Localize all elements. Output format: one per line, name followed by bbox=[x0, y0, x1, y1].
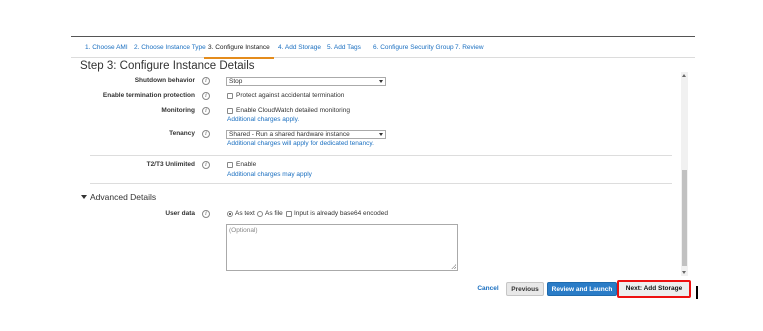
monitoring-label: Monitoring bbox=[161, 107, 195, 114]
info-icon[interactable]: i bbox=[202, 77, 210, 85]
caret-down-icon[interactable] bbox=[81, 195, 87, 199]
as-text-radio[interactable] bbox=[227, 211, 233, 217]
scrollbar-thumb[interactable] bbox=[682, 170, 687, 266]
tenancy-value: Shared - Run a shared hardware instance bbox=[229, 131, 350, 138]
cancel-button[interactable]: Cancel bbox=[474, 282, 502, 296]
vertical-scrollbar[interactable] bbox=[681, 72, 688, 276]
info-icon[interactable]: i bbox=[202, 210, 210, 218]
tab-review[interactable]: 7. Review bbox=[455, 38, 484, 58]
tab-configure-instance[interactable]: 3. Configure Instance bbox=[204, 38, 274, 59]
shutdown-behavior-label: Shutdown behavior bbox=[134, 77, 195, 84]
previous-button[interactable]: Previous bbox=[506, 282, 544, 296]
termination-protection-label: Enable termination protection bbox=[102, 92, 195, 99]
top-divider bbox=[71, 36, 695, 37]
t2t3-unlimited-label: T2/T3 Unlimited bbox=[146, 161, 195, 168]
chevron-down-icon bbox=[379, 80, 383, 83]
info-icon[interactable]: i bbox=[202, 130, 210, 138]
tenancy-charges-link[interactable]: Additional charges will apply for dedica… bbox=[227, 140, 374, 147]
wizard-steps: 1. Choose AMI 2. Choose Instance Type 3.… bbox=[71, 38, 695, 59]
scroll-down-icon[interactable] bbox=[682, 271, 686, 274]
review-and-launch-button[interactable]: Review and Launch bbox=[547, 282, 617, 296]
as-file-label: As file bbox=[265, 210, 283, 217]
t2t3-unlimited-checkbox[interactable] bbox=[227, 162, 233, 168]
t2t3-charges-link[interactable]: Additional charges may apply bbox=[227, 171, 312, 178]
termination-protection-checkbox[interactable] bbox=[227, 93, 233, 99]
section-divider bbox=[90, 155, 672, 156]
section-divider bbox=[90, 183, 672, 184]
base64-checkbox[interactable] bbox=[286, 211, 292, 217]
scroll-up-icon[interactable] bbox=[682, 74, 686, 77]
user-data-label: User data bbox=[165, 210, 195, 217]
termination-protection-option: Protect against accidental termination bbox=[236, 92, 345, 99]
tenancy-label: Tenancy bbox=[169, 130, 195, 137]
shutdown-behavior-select[interactable]: Stop bbox=[226, 77, 386, 86]
tenancy-select[interactable]: Shared - Run a shared hardware instance bbox=[226, 130, 386, 139]
info-icon[interactable]: i bbox=[202, 92, 210, 100]
user-data-textarea[interactable]: (Optional) bbox=[226, 224, 458, 271]
tab-choose-ami[interactable]: 1. Choose AMI bbox=[85, 38, 128, 58]
tab-choose-instance-type[interactable]: 2. Choose Instance Type bbox=[134, 38, 206, 58]
resize-grip-icon[interactable] bbox=[451, 264, 456, 269]
user-data-placeholder: (Optional) bbox=[229, 227, 258, 234]
tab-add-storage[interactable]: 4. Add Storage bbox=[278, 38, 321, 58]
shutdown-behavior-value: Stop bbox=[229, 78, 243, 85]
info-icon[interactable]: i bbox=[202, 161, 210, 169]
tab-add-tags[interactable]: 5. Add Tags bbox=[327, 38, 361, 58]
monitoring-charges-link[interactable]: Additional charges apply. bbox=[227, 116, 299, 123]
as-file-radio[interactable] bbox=[257, 211, 263, 217]
advanced-details-heading[interactable]: Advanced Details bbox=[90, 192, 156, 202]
next-add-storage-button[interactable]: Next: Add Storage bbox=[617, 280, 691, 298]
page-title: Step 3: Configure Instance Details bbox=[80, 60, 255, 72]
info-icon[interactable]: i bbox=[202, 107, 210, 115]
text-cursor bbox=[696, 286, 698, 299]
tab-configure-security-group[interactable]: 6. Configure Security Group bbox=[373, 38, 454, 58]
monitoring-checkbox[interactable] bbox=[227, 108, 233, 114]
base64-label: Input is already base64 encoded bbox=[294, 210, 388, 217]
chevron-down-icon bbox=[379, 133, 383, 136]
monitoring-option: Enable CloudWatch detailed monitoring bbox=[236, 107, 350, 114]
as-text-label: As text bbox=[235, 210, 255, 217]
t2t3-unlimited-option: Enable bbox=[236, 161, 257, 168]
